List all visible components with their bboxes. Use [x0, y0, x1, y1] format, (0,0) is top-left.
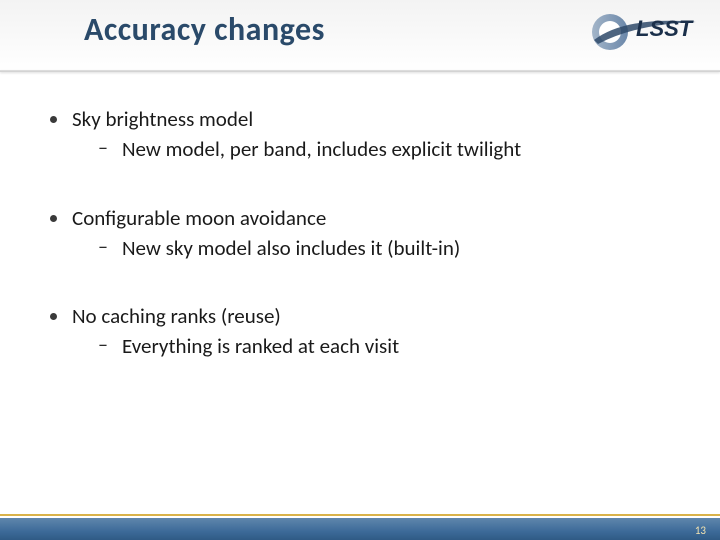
bullet-item: Sky brightness model New model, per band…: [46, 106, 666, 163]
bullet-item: Configurable moon avoidance New sky mode…: [46, 205, 666, 262]
header-divider: [0, 70, 720, 72]
footer-bar: [0, 518, 720, 540]
content-area: Sky brightness model New model, per band…: [46, 106, 666, 402]
slide-title: Accuracy changes: [84, 10, 325, 49]
bullet-item: No caching ranks (reuse) Everything is r…: [46, 303, 666, 360]
bullet-text: Configurable moon avoidance: [72, 205, 326, 231]
footer: 13: [0, 512, 720, 540]
bullet-text: No caching ranks (reuse): [72, 303, 281, 329]
sub-bullet-text: New model, per band, includes explicit t…: [122, 136, 521, 162]
sub-bullet: New sky model also includes it (built-in…: [72, 235, 666, 261]
sub-bullet: Everything is ranked at each visit: [72, 333, 666, 359]
page-number: 13: [695, 524, 706, 537]
sub-bullet-text: New sky model also includes it (built-in…: [122, 235, 460, 261]
footer-accent-line: [0, 514, 720, 516]
bullet-text: Sky brightness model: [72, 106, 253, 132]
sub-bullet-text: Everything is ranked at each visit: [122, 333, 399, 359]
slide: Accuracy changes LSST Sky brightness mod…: [0, 0, 720, 540]
sub-bullet: New model, per band, includes explicit t…: [72, 136, 666, 162]
svg-text:LSST: LSST: [636, 16, 694, 41]
lsst-logo: LSST: [586, 6, 702, 58]
